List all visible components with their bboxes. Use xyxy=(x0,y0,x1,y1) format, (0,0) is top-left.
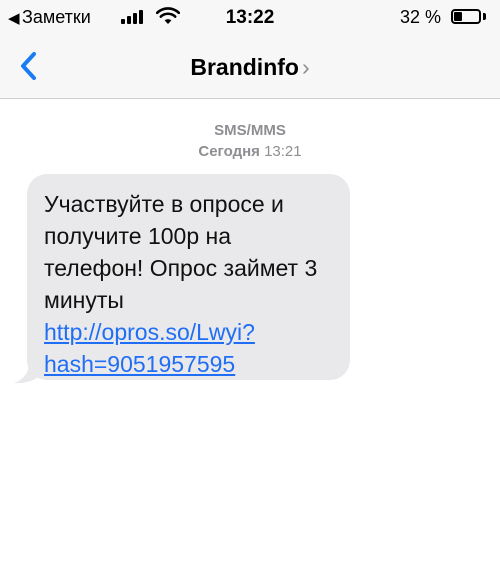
date-time: 13:21 xyxy=(264,143,302,160)
date-label: Сегодня xyxy=(198,143,260,160)
message-type-label: SMS/MMS xyxy=(214,122,286,139)
message-timestamp: Сегодня 13:21 xyxy=(0,143,500,160)
signal-bars-icon xyxy=(121,10,147,24)
battery-cap xyxy=(483,13,486,20)
navigation-bar: Brandinfo › xyxy=(0,34,500,99)
message-text: Участвуйте в опросе и получите 100р на т… xyxy=(44,191,318,313)
wifi-icon xyxy=(156,7,180,24)
battery-percent: 32 % xyxy=(400,7,442,27)
contact-name: Brandinfo xyxy=(190,54,299,80)
message-link[interactable]: http://opros.so/Lwyi?hash=9051957595 xyxy=(44,319,255,377)
back-to-app-button[interactable]: ◀ xyxy=(8,9,22,27)
battery-level-fill xyxy=(454,12,462,21)
battery-icon xyxy=(451,9,481,24)
back-arrow-icon: ◀ xyxy=(8,10,20,27)
chevron-right-icon: › xyxy=(301,54,310,80)
contact-title-button[interactable]: Brandinfo › xyxy=(0,54,500,81)
status-bar: ◀ Заметки 13:22 32 % xyxy=(0,0,500,34)
clock: 13:22 xyxy=(225,7,275,28)
back-app-label[interactable]: Заметки xyxy=(22,7,91,28)
message-bubble[interactable]: Участвуйте в опросе и получите 100р на т… xyxy=(27,174,350,380)
